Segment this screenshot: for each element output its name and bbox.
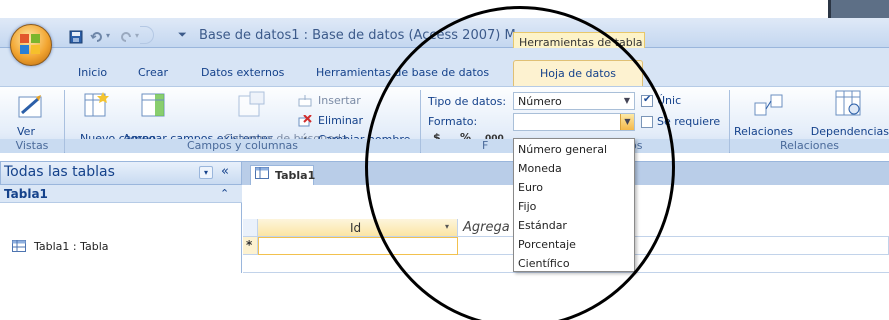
redo-icon[interactable] bbox=[119, 30, 133, 44]
undo-dropdown-icon[interactable]: ▾ bbox=[106, 31, 110, 40]
undo-icon[interactable] bbox=[90, 30, 104, 44]
eliminar-button[interactable]: Eliminar bbox=[318, 114, 363, 127]
view-icon[interactable] bbox=[17, 91, 47, 121]
table-icon bbox=[12, 240, 26, 252]
delete-icon[interactable] bbox=[298, 115, 312, 127]
insert-icon[interactable] bbox=[298, 95, 312, 107]
tab-datos-externos[interactable]: Datos externos bbox=[201, 66, 284, 79]
relationships-icon[interactable] bbox=[754, 93, 784, 121]
row-selector-new[interactable]: * bbox=[243, 237, 258, 255]
nav-group-title[interactable]: Tabla1 bbox=[4, 187, 48, 201]
new-record-marker: * bbox=[246, 238, 253, 252]
select-all-corner[interactable] bbox=[243, 219, 258, 237]
lookup-column-icon[interactable] bbox=[238, 91, 268, 119]
office-logo-icon bbox=[20, 34, 42, 56]
object-dependencies-icon[interactable] bbox=[834, 89, 864, 119]
group-relaciones: Relaciones bbox=[730, 139, 889, 153]
column-id-label: Id bbox=[350, 221, 362, 235]
relaciones-button[interactable]: Relaciones bbox=[734, 126, 793, 138]
insertar-button[interactable]: Insertar bbox=[318, 94, 361, 107]
nav-dropdown-icon[interactable]: ▾ bbox=[199, 166, 213, 179]
table-icon bbox=[255, 167, 269, 179]
add-existing-fields-icon[interactable] bbox=[141, 91, 171, 119]
document-tab-label: Tabla1 bbox=[275, 169, 316, 182]
ver-button-label[interactable]: Ver bbox=[17, 126, 35, 138]
redo-dropdown-icon[interactable]: ▾ bbox=[135, 31, 139, 40]
new-field-icon[interactable] bbox=[84, 91, 110, 119]
collapse-pane-icon[interactable]: « bbox=[221, 164, 229, 179]
chevron-up-icon[interactable]: ⌃ bbox=[220, 187, 229, 200]
office-button[interactable] bbox=[10, 24, 52, 66]
nav-item-tabla1[interactable]: Tabla1 : Tabla bbox=[34, 240, 109, 253]
tab-inicio[interactable]: Inicio bbox=[78, 66, 107, 79]
highlight-circle bbox=[365, 6, 675, 320]
save-icon[interactable] bbox=[69, 30, 83, 44]
group-vistas: Vistas bbox=[0, 139, 64, 153]
nav-pane-title[interactable]: Todas las tablas bbox=[4, 164, 115, 180]
tab-crear[interactable]: Crear bbox=[138, 66, 168, 79]
customize-qat-icon[interactable]: ⏷ bbox=[178, 28, 187, 42]
